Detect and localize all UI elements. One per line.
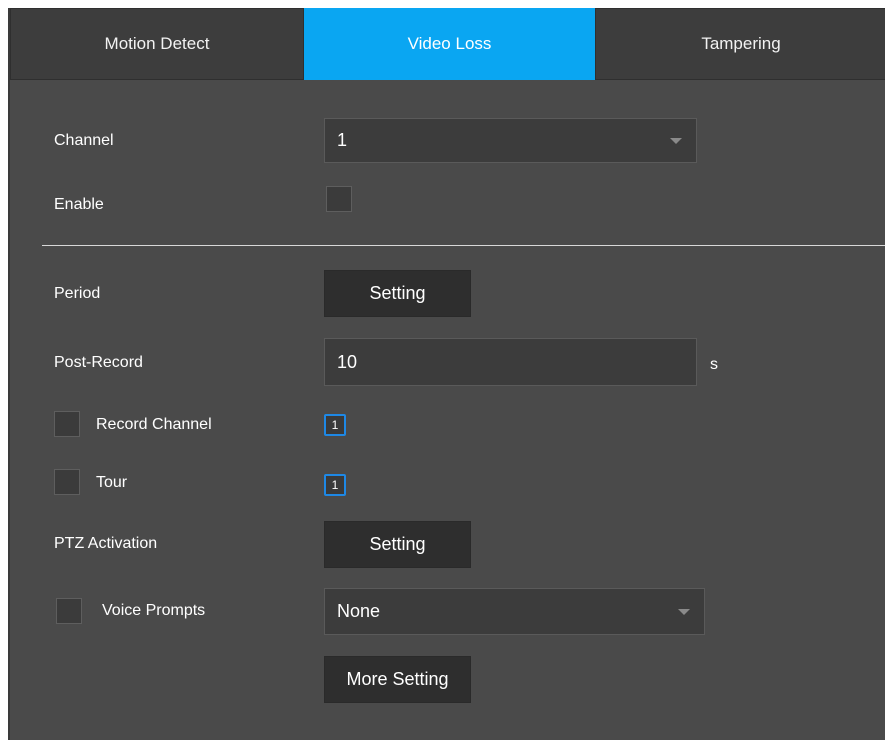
tour-checkbox[interactable]	[54, 469, 80, 495]
tab-tampering[interactable]: Tampering	[595, 8, 885, 80]
record-channel-checkbox[interactable]	[54, 411, 80, 437]
post-record-label: Post-Record	[54, 354, 143, 371]
ptz-setting-button[interactable]: Setting	[324, 521, 471, 568]
tab-video-loss[interactable]: Video Loss	[304, 8, 595, 80]
period-label: Period	[54, 285, 101, 302]
tour-chip[interactable]: 1	[324, 474, 346, 496]
tab-motion-detect[interactable]: Motion Detect	[10, 8, 304, 80]
section-divider	[42, 245, 885, 246]
enable-checkbox[interactable]	[326, 186, 352, 212]
chevron-down-icon	[670, 137, 682, 144]
post-record-unit: s	[710, 356, 718, 373]
channel-label: Channel	[54, 132, 114, 149]
more-setting-button[interactable]: More Setting	[324, 656, 471, 703]
voice-prompts-value: None	[337, 601, 381, 621]
alarm-tab-bar: Motion Detect Video Loss Tampering	[10, 8, 885, 82]
chevron-down-icon	[678, 608, 690, 615]
channel-select-value: 1	[337, 130, 348, 150]
enable-label: Enable	[54, 196, 104, 213]
post-record-input[interactable]: 10	[324, 338, 697, 386]
voice-prompts-select[interactable]: None	[324, 588, 705, 635]
record-channel-chip[interactable]: 1	[324, 414, 346, 436]
post-record-value: 10	[337, 351, 358, 372]
period-setting-button[interactable]: Setting	[324, 270, 471, 317]
voice-prompts-label: Voice Prompts	[102, 602, 206, 619]
ptz-activation-label: PTZ Activation	[54, 535, 158, 552]
channel-select[interactable]: 1	[324, 118, 697, 163]
video-loss-panel: Motion Detect Video Loss Tampering Chann…	[8, 8, 885, 740]
voice-prompts-checkbox[interactable]	[56, 598, 82, 624]
tour-label: Tour	[96, 474, 128, 491]
record-channel-label: Record Channel	[96, 416, 212, 433]
